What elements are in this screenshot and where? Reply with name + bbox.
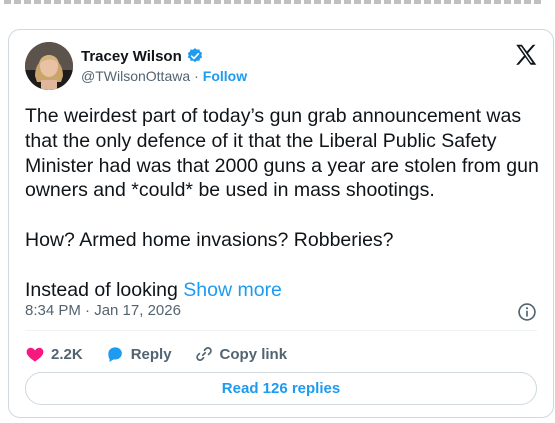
copy-link-button[interactable]: Copy link bbox=[194, 344, 288, 364]
like-count: 2.2K bbox=[51, 345, 83, 363]
divider bbox=[25, 330, 537, 331]
cropped-text bbox=[4, 0, 544, 4]
tweet-card: Tracey Wilson @TWilsonOttawa · Follow Th… bbox=[8, 29, 554, 418]
cropped-text-strip bbox=[0, 0, 555, 10]
info-icon[interactable] bbox=[517, 302, 537, 322]
tweet-timestamp[interactable]: 8:34 PM · Jan 17, 2026 bbox=[25, 302, 181, 319]
avatar-image bbox=[25, 42, 73, 90]
tweet-paragraph-text: Instead of looking bbox=[25, 278, 178, 301]
verified-badge-icon bbox=[186, 47, 204, 65]
tweet-paragraph-truncated: Instead of looking Show more bbox=[25, 278, 545, 303]
tweet-text: The weirdest part of today’s gun grab an… bbox=[25, 104, 545, 302]
copy-link-label: Copy link bbox=[219, 345, 288, 363]
like-button[interactable]: 2.2K bbox=[25, 344, 83, 364]
link-icon bbox=[195, 347, 212, 361]
tweet-paragraph: The weirdest part of today’s gun grab an… bbox=[25, 105, 539, 202]
avatar[interactable] bbox=[25, 42, 73, 90]
reply-bubble-icon bbox=[108, 347, 122, 362]
show-more-link[interactable]: Show more bbox=[183, 279, 282, 301]
author-handle[interactable]: @TWilsonOttawa bbox=[81, 68, 190, 84]
author-handle-row: @TWilsonOttawa · Follow bbox=[81, 68, 247, 84]
follow-button[interactable]: Follow bbox=[203, 68, 247, 84]
read-replies-button[interactable]: Read 126 replies bbox=[25, 372, 537, 405]
separator: · bbox=[194, 68, 199, 84]
author-name-row: Tracey Wilson bbox=[81, 46, 204, 66]
heart-icon bbox=[26, 347, 44, 362]
x-logo-icon[interactable] bbox=[513, 42, 539, 68]
author-display-name[interactable]: Tracey Wilson bbox=[81, 48, 182, 65]
tweet-paragraph: How? Armed home invasions? Robberies? bbox=[25, 228, 394, 251]
reply-button[interactable]: Reply bbox=[105, 344, 172, 364]
reply-label: Reply bbox=[130, 345, 172, 363]
tweet-actions: 2.2K Reply Copy link bbox=[25, 343, 287, 365]
